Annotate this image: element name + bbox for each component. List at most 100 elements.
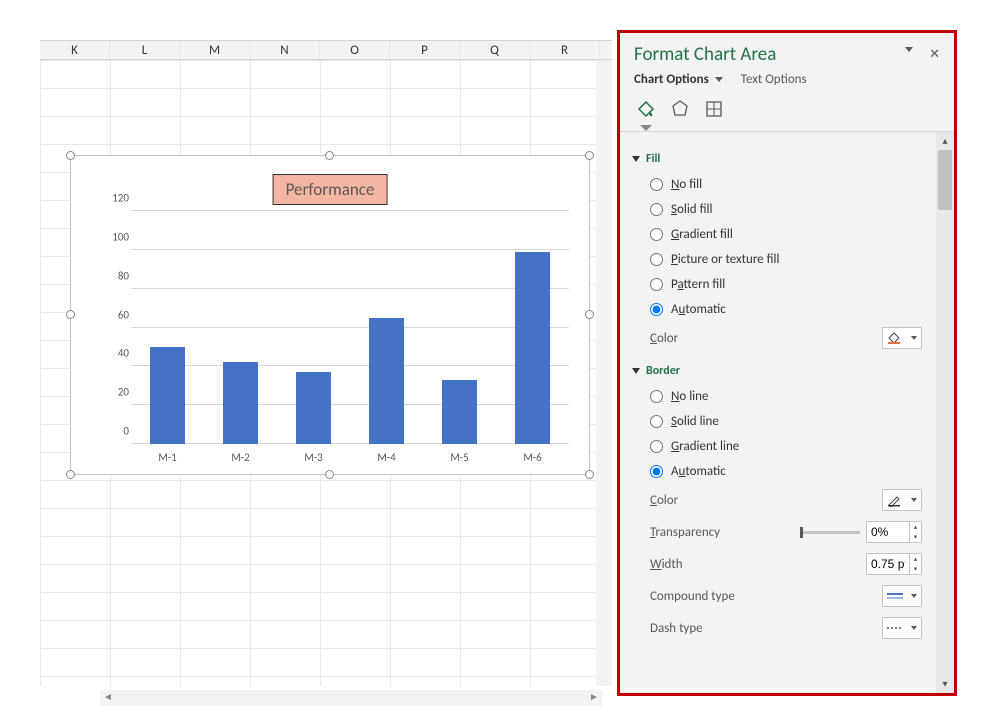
radio-automatic-fill[interactable]: Automatic [632,297,924,322]
radio-input[interactable] [650,178,663,191]
spinner-arrows[interactable]: ▴▾ [909,522,921,542]
resize-handle[interactable] [66,310,75,319]
spinner-arrows[interactable]: ▴▾ [909,554,921,574]
sheet-area: K L M N O P Q R ◄ ► Performance [0,0,612,726]
bar[interactable] [223,362,258,444]
bar[interactable] [515,252,550,444]
pane-options-dropdown-icon[interactable] [905,47,913,52]
transparency-spinner[interactable]: ▴▾ [866,521,922,543]
radio-no-fill[interactable]: No fill [632,172,924,197]
section-header-fill[interactable]: Fill [632,152,924,166]
resize-handle[interactable] [325,470,334,479]
bar[interactable] [150,347,185,444]
transparency-row: Transparency ▴▾ [632,516,924,548]
radio-picture-texture-fill[interactable]: Picture or texture fill [632,247,924,272]
width-row: Width ▴▾ [632,548,924,580]
dash-type-picker[interactable] [882,617,922,639]
col-header[interactable]: K [40,41,110,59]
x-tick-label: M-6 [523,451,541,464]
radio-input[interactable] [650,203,663,216]
pane-title: Format Chart Area [634,43,905,66]
vertical-scrollbar[interactable] [596,60,612,686]
radio-automatic-border[interactable]: Automatic [632,459,924,484]
radio-input[interactable] [650,390,663,403]
resize-handle[interactable] [66,151,75,160]
resize-handle[interactable] [585,470,594,479]
col-header[interactable]: N [250,41,320,59]
y-tick-label: 20 [101,386,129,399]
col-header[interactable]: Q [460,41,530,59]
chevron-down-icon [911,498,917,502]
compound-line-icon [887,591,903,601]
tab-text-options[interactable]: Text Options [741,72,807,87]
plot-area[interactable]: 0 20 40 60 80 100 120 M-1M-2M-3M-4M-5M-6 [131,211,569,444]
chart-title[interactable]: Performance [273,174,388,205]
radio-solid-fill[interactable]: Solid fill [632,197,924,222]
bar-slot: M-1 [131,211,204,444]
radio-gradient-fill[interactable]: Gradient fill [632,222,924,247]
scroll-up-icon[interactable]: ▴ [936,132,954,150]
scroll-right-icon[interactable]: ► [586,690,602,706]
radio-input[interactable] [650,228,663,241]
col-header[interactable]: O [320,41,390,59]
y-tick-label: 60 [101,308,129,321]
pane-body: ▴ ▾ Fill No fill Solid fill [620,131,954,693]
x-tick-label: M-3 [304,451,322,464]
scroll-thumb[interactable] [938,150,952,210]
width-spinner[interactable]: ▴▾ [866,553,922,575]
close-icon[interactable]: ✕ [929,47,940,62]
fill-color-picker[interactable] [882,327,922,349]
radio-input[interactable] [650,415,663,428]
col-header[interactable]: P [390,41,460,59]
bars-container: M-1M-2M-3M-4M-5M-6 [131,211,569,444]
slider-thumb[interactable] [800,527,803,538]
chevron-down-icon [911,594,917,598]
tab-chart-options[interactable]: Chart Options [634,72,723,87]
chevron-down-icon [911,626,917,630]
resize-handle[interactable] [66,470,75,479]
size-properties-icon[interactable] [702,97,726,121]
radio-input[interactable] [650,440,663,453]
transparency-slider[interactable] [800,531,860,534]
option-label: Dash type [650,621,703,636]
bar-slot: M-3 [277,211,350,444]
radio-input[interactable] [650,465,663,478]
category-icons [620,91,954,129]
scroll-down-icon[interactable]: ▾ [936,675,954,693]
scroll-left-icon[interactable]: ◄ [100,690,116,706]
radio-input[interactable] [650,253,663,266]
pane-tabs: Chart Options Text Options [620,72,954,91]
resize-handle[interactable] [585,151,594,160]
col-header[interactable]: L [110,41,180,59]
chevron-down-icon [911,336,917,340]
chart-area[interactable]: Performance 0 20 40 60 80 100 120 [70,155,590,475]
compound-type-picker[interactable] [882,585,922,607]
bar[interactable] [369,318,404,444]
fill-and-line-icon[interactable] [634,97,658,121]
border-color-picker[interactable] [882,489,922,511]
radio-input[interactable] [650,278,663,291]
format-chart-area-pane: Format Chart Area ✕ Chart Options Text O… [617,30,957,696]
pen-icon [887,493,901,507]
width-input[interactable] [867,554,909,574]
col-header[interactable]: M [180,41,250,59]
radio-input[interactable] [650,303,663,316]
bar[interactable] [296,372,331,444]
resize-handle[interactable] [325,151,334,160]
radio-no-line[interactable]: No line [632,384,924,409]
transparency-input[interactable] [867,522,909,542]
bar[interactable] [442,380,477,444]
collapse-icon [632,368,640,374]
radio-pattern-fill[interactable]: Pattern fill [632,272,924,297]
y-axis: 0 20 40 60 80 100 120 [101,211,129,444]
radio-gradient-line[interactable]: Gradient line [632,434,924,459]
resize-handle[interactable] [585,310,594,319]
effects-icon[interactable] [668,97,692,121]
compound-type-row: Compound type [632,580,924,612]
y-tick-label: 0 [101,425,129,438]
radio-solid-line[interactable]: Solid line [632,409,924,434]
horizontal-scrollbar[interactable]: ◄ ► [100,690,602,706]
section-header-border[interactable]: Border [632,364,924,378]
col-header[interactable]: R [530,41,600,59]
pane-vertical-scrollbar[interactable]: ▴ ▾ [936,132,954,693]
